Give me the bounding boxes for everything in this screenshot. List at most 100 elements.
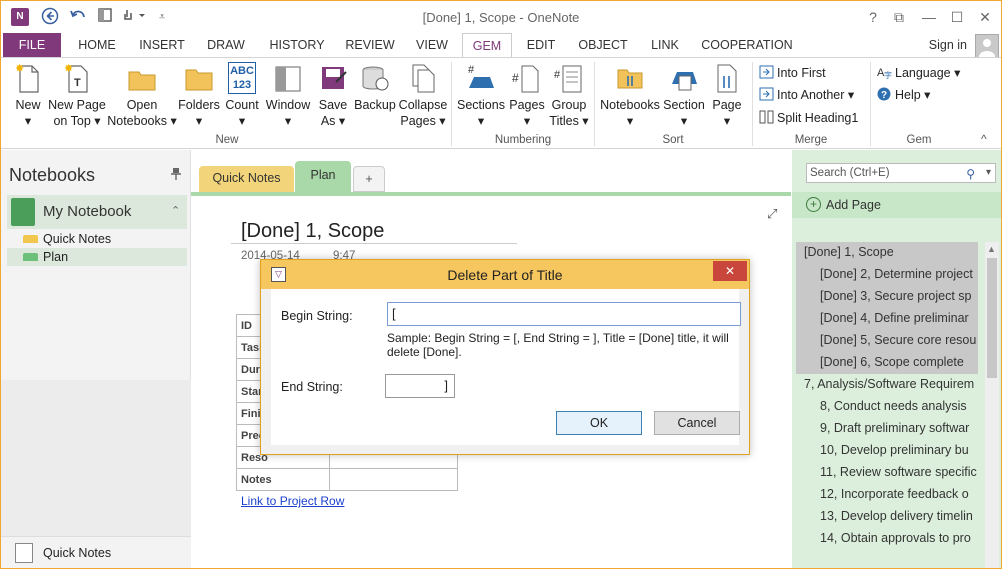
page-list-item[interactable]: 12, Incorporate feedback o	[796, 484, 978, 506]
gem-help-button[interactable]: ? Help ▾	[877, 86, 930, 104]
split-heading1-button[interactable]: Split Heading1	[759, 109, 858, 127]
sort-section-button[interactable]: Section ▾	[661, 62, 707, 129]
ok-button[interactable]: OK	[556, 411, 642, 435]
into-first-label: Into First	[777, 66, 826, 80]
section-label: Quick Notes	[43, 232, 112, 246]
tab-file[interactable]: FILE	[3, 33, 61, 57]
tab-link[interactable]: LINK	[643, 33, 687, 57]
count-button[interactable]: ABC 123 Count ▾	[221, 62, 263, 129]
search-icon[interactable]: ⚲	[966, 165, 975, 183]
backup-button[interactable]: Backup	[353, 62, 397, 113]
tab-home[interactable]: HOME	[71, 33, 123, 57]
page-list-item[interactable]: 13, Develop delivery timelin	[796, 506, 978, 528]
sections-numbering-button[interactable]: # Sections ▾	[456, 62, 506, 129]
table-cell[interactable]: Notes	[236, 468, 330, 491]
plus-icon: +	[806, 197, 821, 212]
page-list-scrollbar[interactable]: ▲	[985, 242, 999, 568]
page-list-item[interactable]: 10, Develop preliminary bu	[796, 440, 978, 462]
scroll-thumb[interactable]	[987, 258, 997, 378]
search-input[interactable]: Search (Ctrl+E) ⚲ ▾	[806, 163, 996, 183]
page-list-item[interactable]: 8, Conduct needs analysis	[796, 396, 978, 418]
tab-draw[interactable]: DRAW	[201, 33, 251, 57]
section-tab-quick-notes[interactable]: Quick Notes	[199, 166, 294, 192]
sort-notebooks-button[interactable]: Notebooks ▾	[599, 62, 661, 129]
sort-page-button[interactable]: Page ▾	[707, 62, 747, 129]
folders-button[interactable]: Folders ▾	[177, 62, 221, 129]
new-page-on-top-button[interactable]: T ✸ New Page on Top ▾	[47, 62, 107, 129]
page-list-item[interactable]: [Done] 5, Secure core resou	[796, 330, 978, 352]
group-separator	[870, 62, 871, 146]
dialog-close-button[interactable]: ✕	[713, 261, 747, 281]
section-label: Section	[663, 98, 705, 112]
into-another-button[interactable]: Into Another ▾	[759, 86, 854, 104]
page-list-item[interactable]: 14, Obtain approvals to pro	[796, 528, 978, 550]
pin-icon[interactable]	[171, 168, 181, 183]
tab-gem[interactable]: GEM	[462, 33, 512, 58]
link-to-project-row[interactable]: Link to Project Row	[241, 494, 344, 508]
section-tab-plan[interactable]: Plan	[295, 161, 351, 192]
window-dropdown: ▾	[284, 114, 292, 128]
tab-edit[interactable]: EDIT	[519, 33, 563, 57]
language-button[interactable]: A 字 Language ▾	[877, 64, 960, 82]
begin-string-input[interactable]: [	[387, 302, 741, 326]
save-as-button[interactable]: Save As ▾	[313, 62, 353, 129]
scroll-up-icon[interactable]: ▲	[987, 244, 996, 254]
tab-object[interactable]: OBJECT	[573, 33, 633, 57]
title-bar: N ⩡ [Done] 1, Scope - OneNote ? ⧉ — ☐ ✕	[1, 1, 1001, 33]
window-title: [Done] 1, Scope - OneNote	[422, 10, 580, 25]
page-list-item[interactable]: [Done] 4, Define preliminar	[796, 308, 978, 330]
chevron-down-icon[interactable]: ▾	[986, 164, 991, 182]
avatar[interactable]	[975, 34, 999, 58]
save-as-label: Save	[318, 98, 348, 112]
page-list-item[interactable]: [Done] 1, Scope	[796, 242, 978, 264]
tab-history[interactable]: HISTORY	[264, 33, 330, 57]
minimize-button[interactable]: —	[919, 7, 939, 27]
chevron-up-icon[interactable]: ⌃	[171, 204, 180, 217]
add-section-button[interactable]: +	[353, 166, 385, 192]
collapse-pages-button[interactable]: Collapse Pages ▾	[397, 62, 449, 129]
close-button[interactable]: ✕	[975, 7, 995, 27]
end-string-input[interactable]: ]	[385, 374, 455, 398]
table-cell[interactable]	[329, 468, 458, 491]
page-list-item[interactable]: [Done] 2, Determine project	[796, 264, 978, 286]
section-quick-notes[interactable]: Quick Notes	[7, 230, 187, 248]
help-icon[interactable]: ?	[863, 7, 883, 27]
page-list-item[interactable]: 11, Review software specific	[796, 462, 978, 484]
language-label: Language ▾	[895, 66, 961, 80]
title-underline	[231, 243, 517, 244]
open-notebooks-button[interactable]: Open Notebooks ▾	[107, 62, 177, 129]
split-heading-label: Split Heading1	[777, 111, 859, 125]
svg-text:?: ?	[881, 90, 887, 101]
pages-numbering-button[interactable]: # Pages ▾	[506, 62, 548, 129]
add-page-button[interactable]: + Add Page	[792, 192, 1001, 218]
page-list-item[interactable]: [Done] 6, Scope complete	[796, 352, 978, 374]
sort-page-icon	[712, 62, 742, 94]
cancel-button[interactable]: Cancel	[654, 411, 740, 435]
svg-text:#: #	[512, 71, 519, 85]
quick-notes-shortcut[interactable]: Quick Notes	[1, 536, 191, 568]
backup-icon	[360, 62, 390, 94]
new-button[interactable]: ✸ New ▾	[7, 62, 49, 129]
notebook-pane-empty-area	[1, 380, 191, 540]
sign-in-link[interactable]: Sign in	[929, 38, 967, 52]
tab-insert[interactable]: INSERT	[135, 33, 189, 57]
notebook-my-notebook[interactable]: My Notebook ⌃	[7, 195, 187, 229]
section-plan[interactable]: Plan	[7, 248, 187, 266]
tab-cooperation[interactable]: COOPERATION	[697, 33, 797, 57]
page-list-item[interactable]: 7, Analysis/Software Requirem	[796, 374, 978, 396]
page-list-item[interactable]: 9, Draft preliminary softwar	[796, 418, 978, 440]
group-titles-button[interactable]: # Group Titles ▾	[548, 62, 590, 129]
collapse-ribbon-icon[interactable]: ^	[981, 132, 987, 146]
new-page-on-top-icon: T ✸	[62, 62, 92, 94]
tab-view[interactable]: VIEW	[409, 33, 455, 57]
expand-icon[interactable]: ⤢	[767, 206, 777, 222]
full-page-view-icon[interactable]: ⧉	[889, 7, 909, 27]
count-dropdown: ▾	[238, 114, 246, 128]
group-label-gem: Gem	[906, 134, 932, 146]
page-list-item[interactable]: [Done] 3, Secure project sp	[796, 286, 978, 308]
into-first-button[interactable]: Into First	[759, 64, 826, 82]
page-title[interactable]: [Done] 1, Scope	[241, 220, 384, 243]
window-button[interactable]: Window ▾	[263, 62, 313, 129]
maximize-button[interactable]: ☐	[947, 7, 967, 27]
tab-review[interactable]: REVIEW	[341, 33, 399, 57]
